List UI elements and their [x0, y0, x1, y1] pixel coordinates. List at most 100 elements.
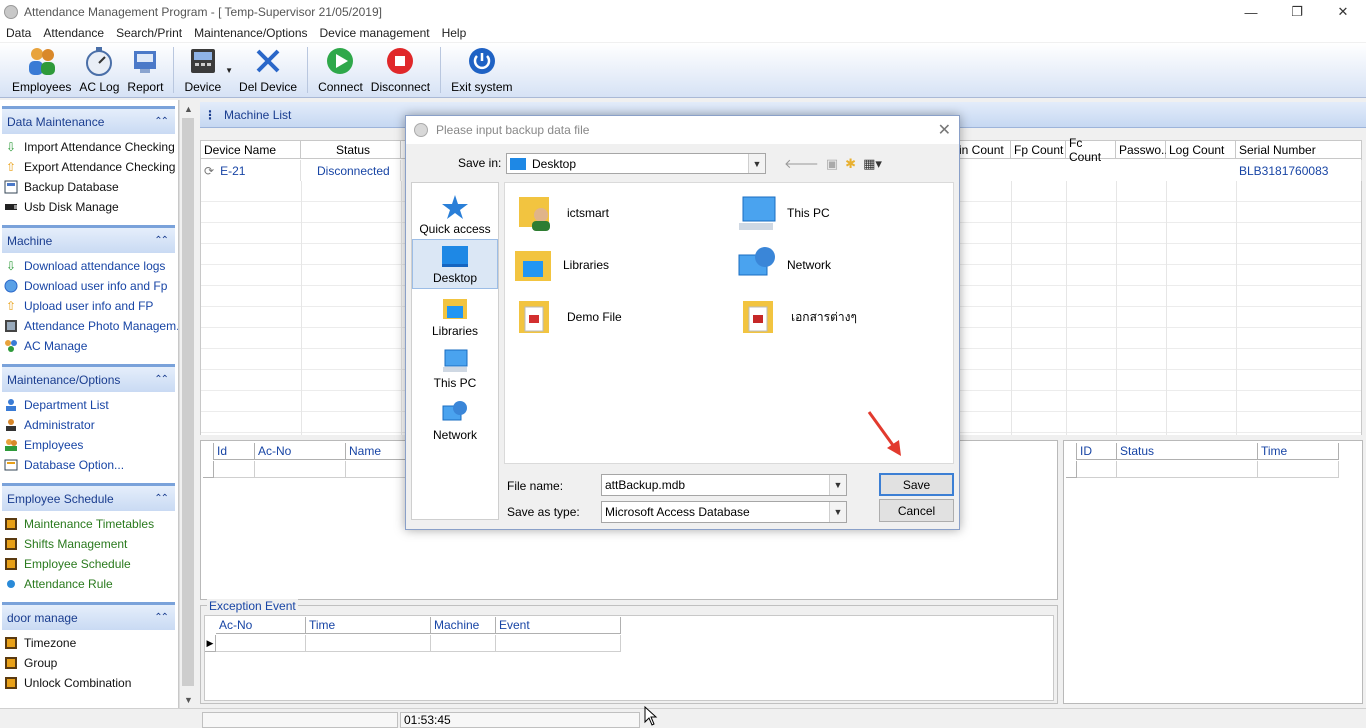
- col-id[interactable]: ID: [1077, 443, 1117, 460]
- row-selector[interactable]: [1066, 443, 1077, 460]
- col-event[interactable]: Event: [496, 617, 621, 634]
- table-cell[interactable]: [306, 635, 431, 652]
- restore-button[interactable]: ❐: [1274, 0, 1320, 24]
- file-item-libraries[interactable]: Libraries: [513, 245, 609, 285]
- menu-search-print[interactable]: Search/Print: [116, 26, 182, 40]
- col-name[interactable]: Name: [346, 443, 406, 460]
- sidebar-item-attendance-rule[interactable]: Attendance Rule: [4, 574, 178, 594]
- minimize-button[interactable]: —: [1228, 0, 1274, 24]
- col-serial-number[interactable]: Serial Number: [1236, 141, 1362, 159]
- dialog-close-icon[interactable]: ✕: [938, 120, 951, 140]
- save-button[interactable]: Save: [879, 473, 954, 496]
- sidebar-item-download-logs[interactable]: ⇩ Download attendance logs: [4, 256, 178, 276]
- disconnect-button[interactable]: Disconnect: [367, 45, 434, 97]
- connect-button[interactable]: Connect: [314, 45, 367, 97]
- place-network[interactable]: Network: [412, 395, 498, 445]
- del-device-button[interactable]: Del Device: [235, 45, 301, 97]
- group-employee-schedule[interactable]: Employee Schedule ⌃⌃: [2, 483, 175, 511]
- save-as-type-select[interactable]: Microsoft Access Database ▼: [601, 501, 847, 523]
- back-arrow-icon[interactable]: 🡐: [784, 156, 819, 172]
- menu-device-management[interactable]: Device management: [320, 26, 430, 40]
- collapse-chevron-icon[interactable]: ⌃⌃: [154, 374, 169, 385]
- sidebar-item-usb-disk[interactable]: Usb Disk Manage: [4, 197, 178, 217]
- ac-log-button[interactable]: AC Log: [75, 45, 123, 97]
- collapse-chevron-icon[interactable]: ⌃⌃: [154, 116, 169, 127]
- collapse-chevron-icon[interactable]: ⌃⌃: [154, 493, 169, 504]
- file-item-demo-file[interactable]: Demo File: [517, 297, 622, 337]
- collapse-chevron-icon[interactable]: ⌃⌃: [154, 235, 169, 246]
- up-folder-icon[interactable]: ▣: [826, 156, 838, 172]
- new-folder-icon[interactable]: ✱: [845, 156, 856, 172]
- device-dropdown-icon[interactable]: ▼: [225, 66, 233, 75]
- col-fc-count[interactable]: Fc Count: [1066, 136, 1116, 164]
- chevron-down-icon[interactable]: ▼: [829, 475, 846, 495]
- device-button[interactable]: Device: [180, 45, 225, 97]
- close-window-button[interactable]: ✕: [1320, 0, 1366, 24]
- current-row-arrow-icon[interactable]: ▶: [205, 635, 216, 652]
- cancel-button[interactable]: Cancel: [879, 499, 954, 522]
- sidebar-item-department-list[interactable]: Department List: [4, 395, 178, 415]
- col-fp-count[interactable]: Fp Count: [1011, 141, 1066, 159]
- col-id[interactable]: Id: [214, 443, 255, 460]
- sidebar-item-group[interactable]: Group: [4, 653, 178, 673]
- file-item-network[interactable]: Network: [737, 245, 831, 285]
- place-libraries[interactable]: Libraries: [412, 291, 498, 341]
- sidebar-item-database-option[interactable]: Database Option...: [4, 455, 178, 475]
- file-item-ictsmart[interactable]: ictsmart: [517, 193, 609, 233]
- file-name-input[interactable]: attBackup.mdb ▼: [601, 474, 847, 496]
- col-log-count[interactable]: Log Count: [1166, 141, 1236, 159]
- col-ac-no[interactable]: Ac-No: [255, 443, 346, 460]
- sidebar-item-ac-manage[interactable]: AC Manage: [4, 336, 178, 356]
- col-status[interactable]: Status: [1117, 443, 1258, 460]
- row-selector[interactable]: [203, 461, 214, 478]
- collapse-chevron-icon[interactable]: ⌃⌃: [154, 612, 169, 623]
- col-in-count[interactable]: in Count: [956, 141, 1011, 159]
- group-door-manage[interactable]: door manage ⌃⌃: [2, 602, 175, 630]
- sidebar-item-backup-database[interactable]: Backup Database: [4, 177, 178, 197]
- table-cell[interactable]: [214, 461, 255, 478]
- sidebar-item-shifts-management[interactable]: Shifts Management: [4, 534, 178, 554]
- sidebar-item-import[interactable]: ⇩ Import Attendance Checking ...: [4, 137, 178, 157]
- col-status[interactable]: Status: [301, 141, 401, 159]
- col-time[interactable]: Time: [1258, 443, 1339, 460]
- table-cell[interactable]: [1117, 461, 1258, 478]
- place-quick-access[interactable]: Quick access: [412, 189, 498, 239]
- menu-help[interactable]: Help: [442, 26, 467, 40]
- scroll-down-icon[interactable]: ▼: [180, 691, 197, 708]
- col-ac-no[interactable]: Ac-No: [216, 617, 306, 634]
- sidebar-item-administrator[interactable]: Administrator: [4, 415, 178, 435]
- sidebar-item-timezone[interactable]: Timezone: [4, 633, 178, 653]
- menu-data[interactable]: Data: [6, 26, 31, 40]
- exit-system-button[interactable]: Exit system: [447, 45, 516, 97]
- row-selector[interactable]: [1066, 461, 1077, 478]
- chevron-down-icon[interactable]: ▼: [748, 154, 765, 173]
- sidebar-item-upload-user-info[interactable]: ⇧ Upload user info and FP: [4, 296, 178, 316]
- col-device-name[interactable]: Device Name: [201, 141, 301, 159]
- col-machine[interactable]: Machine: [431, 617, 496, 634]
- sidebar-item-unlock-combination[interactable]: Unlock Combination: [4, 673, 178, 693]
- save-in-dropdown[interactable]: Desktop ▼: [506, 153, 766, 174]
- report-button[interactable]: Report: [123, 45, 167, 97]
- chevron-down-icon[interactable]: ▼: [829, 502, 846, 522]
- sidebar-item-export[interactable]: ⇧ Export Attendance Checking ...: [4, 157, 178, 177]
- table-cell[interactable]: [431, 635, 496, 652]
- sidebar-item-download-user-info[interactable]: Download user info and Fp: [4, 276, 178, 296]
- menu-maintenance-options[interactable]: Maintenance/Options: [194, 26, 307, 40]
- scroll-up-icon[interactable]: ▲: [180, 100, 197, 117]
- table-cell[interactable]: [346, 461, 406, 478]
- sidebar-item-employees[interactable]: Employees: [4, 435, 178, 455]
- menu-attendance[interactable]: Attendance: [43, 26, 104, 40]
- place-this-pc[interactable]: This PC: [412, 343, 498, 393]
- group-data-maintenance[interactable]: Data Maintenance ⌃⌃: [2, 106, 175, 134]
- row-selector[interactable]: [203, 443, 214, 460]
- table-row[interactable]: ⟳ E-21: [201, 160, 301, 181]
- group-machine[interactable]: Machine ⌃⌃: [2, 225, 175, 253]
- scrollbar-thumb[interactable]: [182, 118, 194, 686]
- table-cell[interactable]: [216, 635, 306, 652]
- table-cell[interactable]: [496, 635, 621, 652]
- col-time[interactable]: Time: [306, 617, 431, 634]
- employees-button[interactable]: Employees: [8, 45, 75, 97]
- col-password[interactable]: Passwo...: [1116, 141, 1171, 159]
- table-cell[interactable]: [1077, 461, 1117, 478]
- view-menu-icon[interactable]: ▦▾: [863, 156, 882, 172]
